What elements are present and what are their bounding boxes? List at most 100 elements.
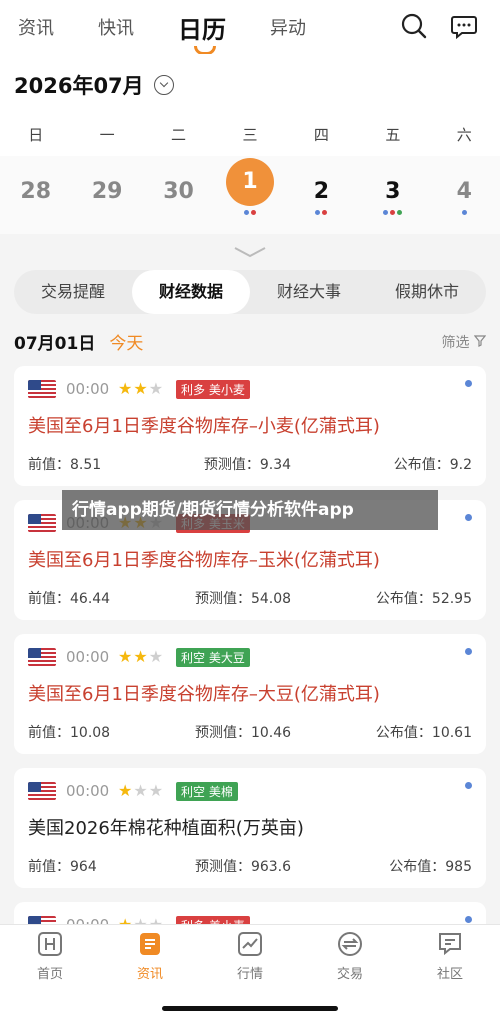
previous-value: 前值：46.44: [28, 591, 111, 607]
star-icon: ★: [133, 781, 149, 800]
star-icon: ★: [118, 647, 134, 666]
event-title: 美国至6月1日季度谷物库存–小麦(亿蒲式耳): [28, 416, 380, 437]
us-flag-icon: [28, 648, 56, 666]
tab-flash[interactable]: 快讯: [98, 14, 134, 40]
event-dot: [461, 210, 467, 215]
tab-movers[interactable]: 异动: [270, 14, 306, 40]
event-card[interactable]: 00:00 ★★★ 利空 美大豆 美国至6月1日季度谷物库存–大豆(亿蒲式耳) 前值：1…: [14, 634, 486, 754]
message-icon[interactable]: [450, 12, 478, 40]
weekday-label: 三: [242, 126, 258, 144]
unread-dot: [465, 514, 472, 521]
unread-dot: [465, 380, 472, 387]
event-dots: [214, 210, 285, 215]
weekday-label: 六: [456, 126, 472, 144]
event-dot: [397, 210, 403, 215]
unread-dot: [465, 782, 472, 789]
event-dot: [390, 210, 396, 215]
event-time: 00:00: [66, 380, 110, 398]
calendar-day-number: 4: [456, 179, 472, 204]
unread-dot: [465, 916, 472, 923]
chevron-down-icon[interactable]: [153, 75, 174, 95]
segment-holiday-closures[interactable]: 假期休市: [368, 270, 486, 314]
search-icon[interactable]: [400, 12, 428, 40]
month-selector[interactable]: 2026年07月: [14, 70, 174, 100]
star-icon: ★: [133, 379, 149, 398]
filter-icon: [473, 335, 487, 347]
event-dot: [315, 210, 321, 215]
segment-economic-events[interactable]: 财经大事: [250, 270, 368, 314]
trade-icon: [338, 932, 362, 956]
actual-value: 公布值：9.2: [393, 457, 472, 473]
event-time: 00:00: [66, 648, 110, 666]
previous-value: 前值：964: [28, 859, 97, 875]
event-card[interactable]: 00:00 ★★★ 利空 美棉 美国2026年棉花种植面积(万英亩) 前值：964 预测值…: [14, 768, 486, 888]
bottom-tab-community[interactable]: 社区: [400, 925, 500, 1022]
segment-economic-data[interactable]: 财经数据: [132, 270, 250, 314]
forecast-value: 预测值：10.46: [194, 725, 292, 741]
calendar-day-number: 1: [225, 158, 274, 206]
impact-tag: 利多 美小麦: [176, 380, 250, 399]
previous-value: 前值：10.08: [28, 725, 111, 741]
event-dots: [357, 210, 428, 215]
event-values: 前值：964 预测值：963.6 公布值：985: [28, 856, 472, 876]
expand-handle-icon[interactable]: [233, 243, 267, 258]
bottom-tab-home[interactable]: 首页: [0, 925, 100, 1022]
event-values: 前值：10.08 预测值：10.46 公布值：10.61: [28, 722, 472, 742]
us-flag-icon: [28, 380, 56, 398]
calendar-day[interactable]: 1: [214, 156, 285, 234]
bottom-tab-label: 资讯: [136, 967, 163, 982]
actual-value: 公布值：985: [389, 859, 472, 875]
event-title: 美国2026年棉花种植面积(万英亩): [28, 818, 304, 839]
calendar-day-number: 30: [163, 179, 194, 204]
us-flag-icon: [28, 782, 56, 800]
importance-stars: ★★★: [118, 781, 164, 800]
importance-stars: ★★★: [118, 647, 164, 666]
segment-trade-alerts[interactable]: 交易提醒: [14, 270, 132, 314]
tab-calendar[interactable]: 日历: [178, 10, 226, 55]
star-icon: ★: [148, 647, 165, 666]
calendar-day[interactable]: 2: [286, 156, 357, 234]
calendar-day[interactable]: 4: [429, 156, 500, 234]
weekday-label: 一: [99, 126, 115, 144]
weekday-label: 二: [171, 126, 187, 144]
calendar-day[interactable]: 30: [143, 156, 214, 234]
calendar-day-number: 3: [385, 179, 401, 204]
star-icon: ★: [148, 379, 165, 398]
tab-news[interactable]: 资讯: [18, 14, 54, 40]
event-dot: [322, 210, 328, 215]
filter-label: 筛选: [441, 335, 470, 351]
forecast-value: 预测值：9.34: [203, 457, 292, 473]
star-icon: ★: [148, 781, 165, 800]
calendar-day[interactable]: 3: [357, 156, 428, 234]
community-icon: [439, 933, 461, 956]
filter-button[interactable]: 筛选: [441, 332, 487, 352]
date-label: 07月01日: [14, 334, 96, 354]
event-time: 00:00: [66, 782, 110, 800]
category-segment: 交易提醒 财经数据 财经大事 假期休市: [14, 270, 486, 314]
weekday-label: 四: [313, 126, 329, 144]
top-nav: 资讯 快讯 日历 异动: [0, 0, 500, 55]
bottom-tab-label: 首页: [36, 967, 63, 982]
weekday-label: 日: [28, 126, 44, 144]
event-title: 美国至6月1日季度谷物库存–玉米(亿蒲式耳): [28, 550, 380, 571]
home-icon: [38, 932, 62, 956]
month-label: 2026年07月: [14, 74, 144, 98]
calendar-day[interactable]: 29: [71, 156, 142, 234]
event-dots: [429, 210, 500, 215]
event-title: 美国至6月1日季度谷物库存–大豆(亿蒲式耳): [28, 684, 380, 705]
event-dot: [243, 210, 249, 215]
event-card[interactable]: 00:00 ★★★ 利多 美小麦 美国至6月1日季度谷物库存–小麦(亿蒲式耳) 前值：8…: [14, 366, 486, 486]
star-icon: ★: [118, 379, 134, 398]
calendar-day-number: 29: [91, 179, 123, 204]
news-icon: [140, 933, 160, 955]
bottom-tab-label: 行情: [236, 967, 263, 982]
day-row: 28 29 30 1 2 3 4: [0, 156, 500, 234]
calendar-panel: 2026年07月 日 一 二 三 四 五 六 28 29 30 1 2 3 4: [0, 54, 500, 234]
star-icon: ★: [118, 781, 134, 800]
today-label: 今天: [109, 334, 144, 354]
top-nav-icons: [400, 12, 478, 40]
star-icon: ★: [133, 647, 149, 666]
event-values: 前值：8.51 预测值：9.34 公布值：9.2: [28, 454, 472, 474]
bottom-tab-label: 社区: [436, 967, 463, 982]
calendar-day[interactable]: 28: [0, 156, 71, 234]
